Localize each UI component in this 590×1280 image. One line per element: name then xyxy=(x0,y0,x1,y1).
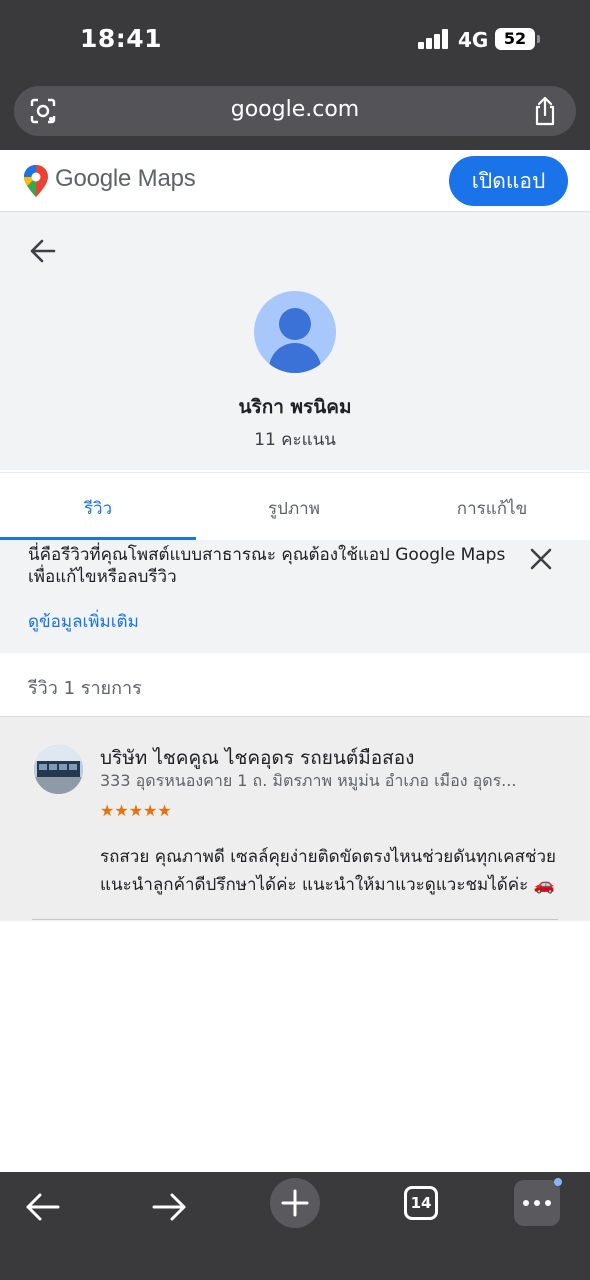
battery-icon: 52 xyxy=(495,28,540,50)
profile-name: นริกา พรนิคม xyxy=(238,396,352,418)
back-arrow-icon[interactable] xyxy=(28,236,58,266)
close-icon[interactable] xyxy=(528,546,554,572)
place-thumbnail[interactable] xyxy=(34,745,83,794)
new-tab-button[interactable] xyxy=(270,1178,320,1228)
profile-section: นริกา พรนิคม 11 คะแนน xyxy=(0,212,590,470)
forward-arrow-icon[interactable] xyxy=(142,1180,196,1234)
more-icon[interactable] xyxy=(514,1178,562,1226)
place-address: 333 อุดรหนองคาย 1 ถ. มิตรภาพ หมูม่น อำเภ… xyxy=(100,771,517,790)
url-bar[interactable]: google.com xyxy=(14,86,576,136)
banner-text: นี่คือรีวิวที่คุณโพสต์แบบสาธารณะ คุณต้อง… xyxy=(28,545,506,587)
tab-photos[interactable]: รูปภาพ xyxy=(196,473,392,541)
back-arrow-icon[interactable] xyxy=(16,1180,70,1234)
maps-logo: Google Maps xyxy=(55,165,196,192)
browser-bottom-bar: 14 xyxy=(0,1172,590,1280)
profile-points: 11 คะแนน xyxy=(254,430,336,450)
maps-pin-icon xyxy=(24,165,48,197)
star-rating: ★★★★★ xyxy=(100,801,172,820)
info-banner: นี่คือรีวิวที่คุณโพสต์แบบสาธารณะ คุณต้อง… xyxy=(0,540,590,653)
review-text: รถสวย คุณภาพดี เซลล์คุยง่ายติดขัดตรงไหนช… xyxy=(100,847,556,895)
maps-header: Google Maps เปิดแอป xyxy=(0,150,590,212)
review-count: รีวิว 1 รายการ xyxy=(28,678,142,699)
avatar xyxy=(254,291,336,373)
tab-reviews[interactable]: รีวิว xyxy=(0,473,196,541)
share-icon[interactable] xyxy=(532,96,558,126)
open-app-button[interactable]: เปิดแอป xyxy=(449,156,568,206)
tab-edits[interactable]: การแก้ไข xyxy=(394,473,590,541)
review-divider xyxy=(32,919,558,920)
review-card[interactable]: บริษัท ไชคคูณ ไชคอุดร รถยนต์มือสอง 333 อ… xyxy=(0,716,590,921)
browser-top-bar: 18:41 4G 52 google.com xyxy=(0,0,590,150)
status-time: 18:41 xyxy=(80,24,163,53)
plus-icon xyxy=(281,1189,309,1217)
tabs-icon[interactable]: 14 xyxy=(404,1186,438,1220)
url-text[interactable]: google.com xyxy=(14,97,576,122)
signal-icon xyxy=(418,29,450,49)
notification-dot xyxy=(554,1178,562,1186)
network-type: 4G xyxy=(458,28,489,52)
learn-more-link[interactable]: ดูข้อมูลเพิ่มเติม xyxy=(28,608,139,635)
tab-bar: รีวิว รูปภาพ การแก้ไข xyxy=(0,472,590,540)
